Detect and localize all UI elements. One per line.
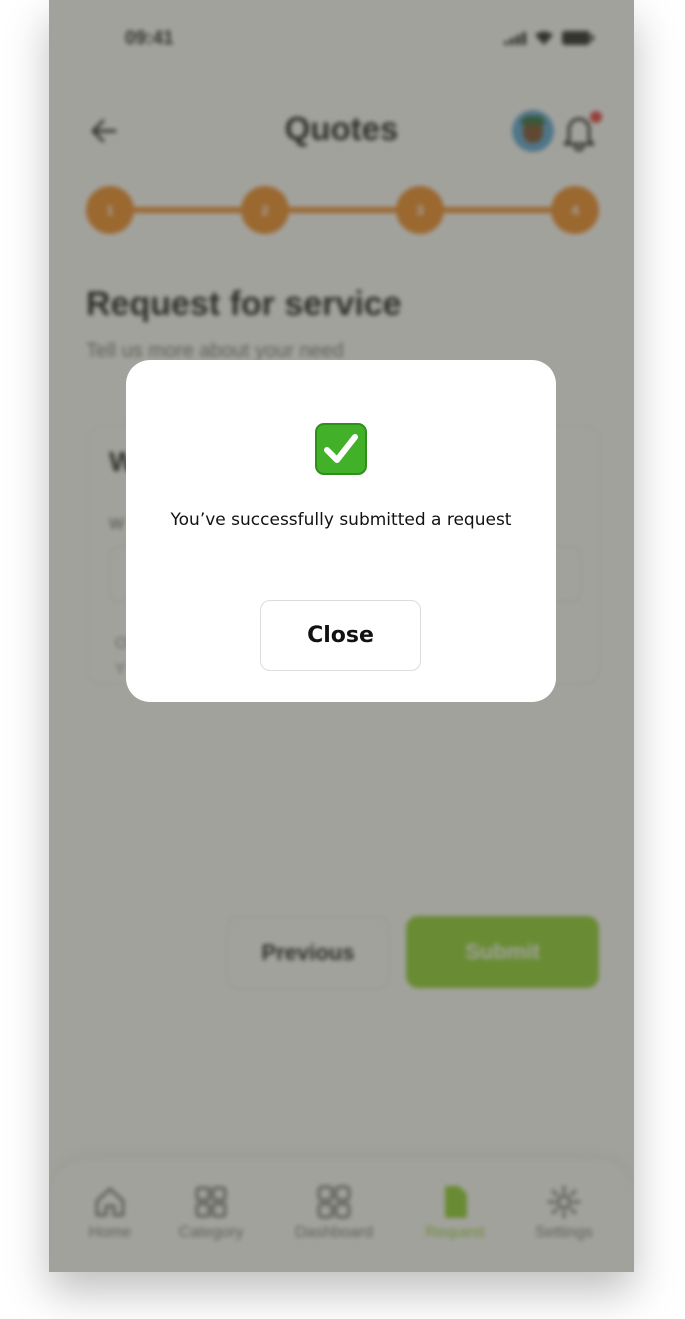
close-button[interactable]: Close [260, 600, 421, 671]
check-box-icon [315, 423, 367, 475]
success-dialog: You’ve successfully submitted a request … [126, 360, 556, 702]
success-message: You’ve successfully submitted a request [170, 510, 512, 530]
